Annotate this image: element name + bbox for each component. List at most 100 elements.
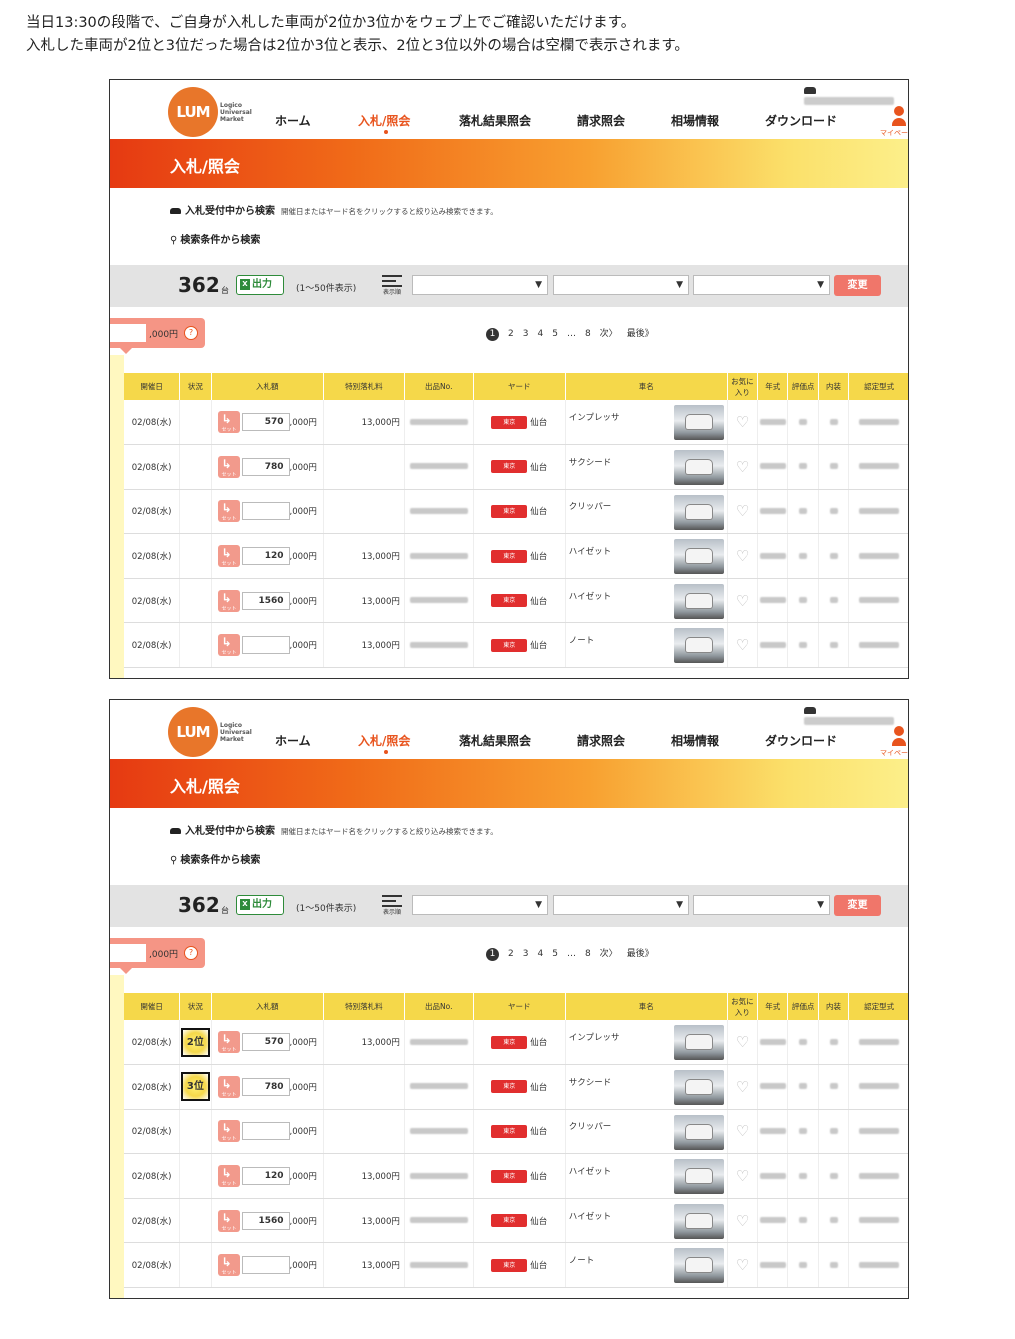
site-logo[interactable]: LUM [168,707,218,757]
search-conditions-link[interactable]: 検索条件から検索 [180,235,260,246]
help-icon[interactable]: ? [184,946,198,960]
page-link[interactable]: 3 [523,949,529,959]
lot-number-redacted[interactable] [409,1038,468,1045]
lot-number-redacted[interactable] [409,1217,468,1224]
heart-icon[interactable]: ♡ [736,1212,749,1230]
location-pin-icon[interactable]: 東京 [491,1169,528,1183]
location-pin-icon[interactable]: 東京 [491,594,528,608]
auction-date[interactable]: 02/08(水) [124,1020,181,1066]
yard-name[interactable]: 仙台 [530,1083,547,1093]
set-bid-button[interactable]: ↳ セット [217,589,240,612]
yard-name[interactable]: 仙台 [530,1217,547,1227]
bid-amount-input[interactable] [241,636,290,655]
set-bid-button[interactable]: ↳ セット [217,1075,240,1098]
search-accepting-link[interactable]: 入札受付中から検索 [185,826,275,837]
change-button[interactable]: 変更 [834,895,881,916]
column-header[interactable]: 開催日 [124,373,181,400]
heart-icon[interactable]: ♡ [736,413,749,431]
column-header[interactable]: 状況 [179,993,212,1020]
nav-home[interactable]: ホーム [275,732,311,749]
page-link[interactable]: 2 [508,329,514,339]
location-pin-icon[interactable]: 東京 [491,549,528,563]
location-pin-icon[interactable]: 東京 [491,1258,528,1272]
excel-export-button[interactable]: X 出力 [236,895,284,915]
mypage-link[interactable]: マイペー [880,748,908,758]
car-name[interactable]: インプレッサ [569,413,620,423]
set-bid-button[interactable]: ↳ セット [217,455,240,478]
user-icon[interactable] [892,106,906,128]
page-link[interactable]: 4 [537,949,543,959]
location-pin-icon[interactable]: 東京 [491,415,528,429]
bid-amount-input[interactable]: 1560 [241,591,290,610]
sort-order-button[interactable]: 表示順 [382,275,402,296]
lot-number-redacted[interactable] [409,552,468,559]
column-header[interactable]: 入札額 [211,373,324,400]
page-link[interactable]: 次〉 [600,949,618,959]
lot-number-redacted[interactable] [409,1127,468,1134]
location-pin-icon[interactable]: 東京 [491,504,528,518]
bid-amount-input[interactable] [241,1122,290,1141]
column-header[interactable]: お気に入り [727,373,759,400]
nav-bid-inquiry[interactable]: 入札/照会 [358,732,410,749]
change-button[interactable]: 変更 [834,275,881,296]
auction-date[interactable]: 02/08(水) [124,444,181,490]
lot-number-redacted[interactable] [409,597,468,604]
heart-icon[interactable]: ♡ [736,1167,749,1185]
nav-billing[interactable]: 請求照会 [577,112,625,129]
car-name[interactable]: ハイゼット [569,592,611,602]
car-thumbnail[interactable] [673,1114,724,1150]
page-link[interactable]: … [567,949,576,959]
column-header[interactable]: 年式 [757,373,789,400]
sort-select-1[interactable]: ▼ [412,275,548,295]
set-bid-button[interactable]: ↳ セット [217,634,240,657]
page-link[interactable]: 2 [508,949,514,959]
column-header[interactable]: 内装 [818,373,850,400]
auction-date[interactable]: 02/08(水) [124,489,181,535]
set-bid-button[interactable]: ↳ セット [217,500,240,523]
page-link[interactable]: 最後》 [627,329,654,339]
auction-date[interactable]: 02/08(水) [124,1153,181,1199]
sort-select-3[interactable]: ▼ [693,895,830,915]
nav-market[interactable]: 相場情報 [671,732,719,749]
page-link[interactable]: 8 [585,329,591,339]
bid-amount-input[interactable] [241,1256,290,1275]
car-thumbnail[interactable] [673,1203,724,1239]
column-header[interactable]: 内装 [818,993,850,1020]
lot-number-redacted[interactable] [409,507,468,514]
lot-number-redacted[interactable] [409,641,468,648]
heart-icon[interactable]: ♡ [736,592,749,610]
set-bid-button[interactable]: ↳ セット [217,1165,240,1188]
lot-number-redacted[interactable] [409,1172,468,1179]
car-thumbnail[interactable] [673,539,724,575]
excel-export-button[interactable]: X 出力 [236,275,284,295]
auction-date[interactable]: 02/08(水) [124,1109,181,1155]
car-name[interactable]: クリッパー [569,502,612,512]
car-thumbnail[interactable] [673,1159,724,1195]
auction-date[interactable]: 02/08(水) [124,1242,181,1289]
lot-number-redacted[interactable] [409,1261,468,1268]
column-header[interactable]: 開催日 [124,993,181,1020]
yard-name[interactable]: 仙台 [530,1038,547,1048]
bid-amount-input[interactable]: 120 [241,1167,290,1186]
nav-bid-inquiry[interactable]: 入札/照会 [358,112,410,129]
bid-total-input[interactable] [110,944,146,962]
yard-name[interactable]: 仙台 [530,1261,547,1271]
column-header[interactable]: 特別落札料 [323,373,405,400]
nav-billing[interactable]: 請求照会 [577,732,625,749]
heart-icon[interactable]: ♡ [736,502,749,520]
heart-icon[interactable]: ♡ [736,636,749,654]
heart-icon[interactable]: ♡ [736,547,749,565]
sort-select-1[interactable]: ▼ [412,895,548,915]
page-link[interactable]: 5 [552,949,558,959]
column-header[interactable]: 評価点 [787,993,819,1020]
bid-amount-input[interactable] [241,502,290,521]
auction-date[interactable]: 02/08(水) [124,400,181,446]
column-header[interactable]: お気に入り [727,993,759,1020]
yard-name[interactable]: 仙台 [530,552,547,562]
yard-name[interactable]: 仙台 [530,1127,547,1137]
auction-date[interactable]: 02/08(水) [124,1198,181,1244]
column-header[interactable]: 年式 [757,993,789,1020]
bid-amount-input[interactable]: 780 [241,1077,290,1096]
location-pin-icon[interactable]: 東京 [491,1124,528,1138]
column-header[interactable]: 出品No. [404,993,474,1020]
